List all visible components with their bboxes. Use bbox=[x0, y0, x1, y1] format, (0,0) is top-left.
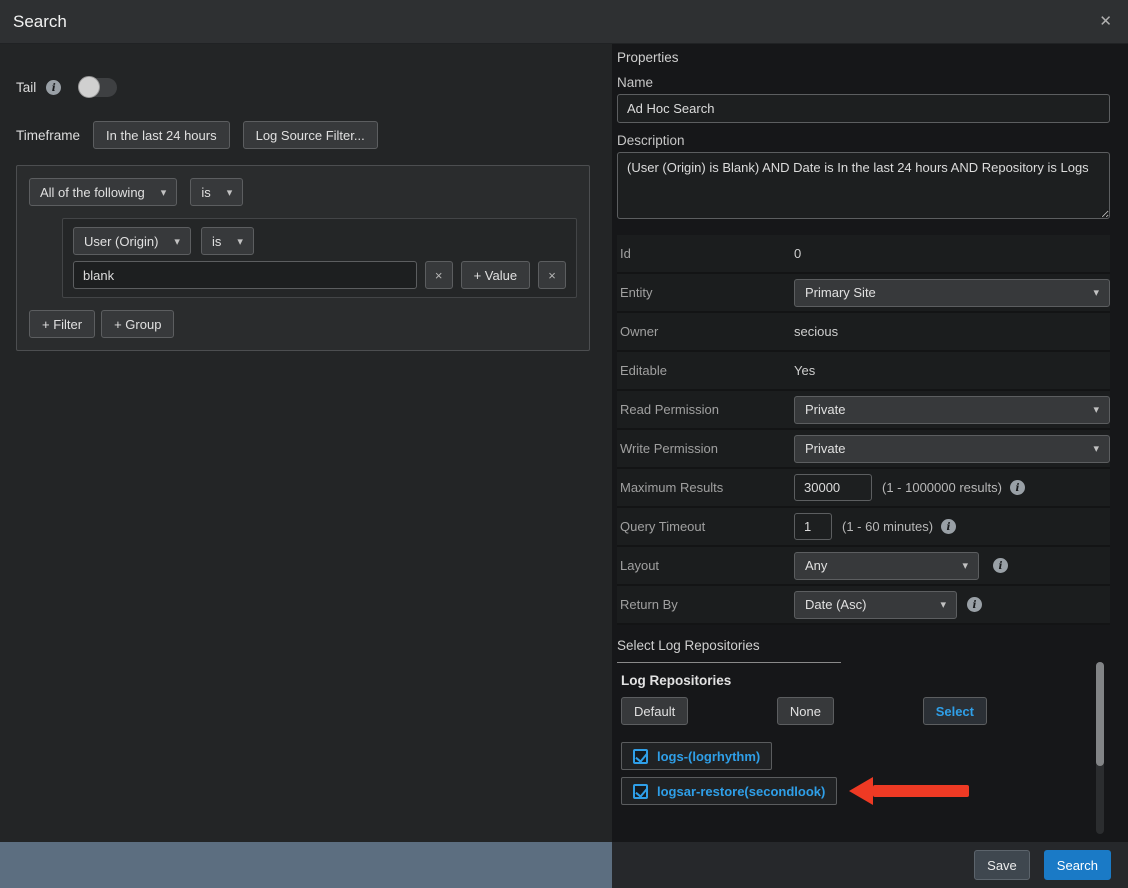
toggle-knob-icon bbox=[78, 76, 100, 98]
filter-rule-value-row: × + Value × bbox=[73, 261, 566, 289]
description-label: Description bbox=[617, 133, 1110, 148]
filter-builder: All of the following ▾ is ▾ User (Origin… bbox=[16, 165, 590, 351]
property-row-read-permission: Read Permission Private ▾ bbox=[617, 391, 1110, 430]
properties-panel: Properties Name Description (User (Origi… bbox=[612, 44, 1128, 842]
info-icon: i bbox=[967, 597, 982, 612]
none-button[interactable]: None bbox=[777, 697, 834, 725]
name-input[interactable] bbox=[617, 94, 1110, 123]
scrollbar-thumb[interactable] bbox=[1096, 662, 1104, 766]
tail-row: Tail i bbox=[16, 78, 596, 97]
properties-heading: Properties bbox=[617, 50, 1110, 65]
property-row-owner: Owner secious bbox=[617, 313, 1110, 352]
remove-value-button[interactable]: × bbox=[425, 261, 453, 289]
dialog-footer: Save Search bbox=[0, 842, 1128, 888]
info-icon: i bbox=[993, 558, 1008, 573]
chevron-down-icon: ▾ bbox=[161, 186, 167, 199]
footer-actions: Save Search bbox=[974, 842, 1128, 888]
close-icon[interactable]: ✕ bbox=[1099, 14, 1112, 29]
query-timeout-input[interactable] bbox=[794, 513, 832, 540]
log-repositories-box: Log Repositories Default None Select log… bbox=[617, 665, 1110, 833]
name-label: Name bbox=[617, 75, 1110, 90]
group-operator-dropdown[interactable]: All of the following ▾ bbox=[29, 178, 177, 206]
remove-rule-button[interactable]: × bbox=[538, 261, 566, 289]
properties-table: Id 0 Entity Primary Site ▾ Owner secious… bbox=[617, 235, 1110, 625]
chevron-down-icon: ▾ bbox=[1093, 286, 1099, 299]
property-row-write-permission: Write Permission Private ▾ bbox=[617, 430, 1110, 469]
property-row-return-by: Return By Date (Asc) ▾ i bbox=[617, 586, 1110, 625]
info-icon: i bbox=[1010, 480, 1025, 495]
add-filter-button[interactable]: + Filter bbox=[29, 310, 95, 338]
timeframe-row: Timeframe In the last 24 hours Log Sourc… bbox=[16, 121, 596, 149]
default-button[interactable]: Default bbox=[621, 697, 688, 725]
max-results-note: (1 - 1000000 results) bbox=[882, 480, 1002, 495]
entity-select[interactable]: Primary Site ▾ bbox=[794, 279, 1110, 307]
property-row-editable: Editable Yes bbox=[617, 352, 1110, 391]
background-underlay bbox=[0, 842, 612, 888]
chevron-down-icon: ▾ bbox=[940, 598, 946, 611]
tail-toggle[interactable] bbox=[79, 78, 117, 97]
repo-item-row: logsar-restore(secondlook) bbox=[621, 777, 969, 805]
layout-select[interactable]: Any ▾ bbox=[794, 552, 979, 580]
property-row-layout: Layout Any ▾ i bbox=[617, 547, 1110, 586]
checkbox-checked-icon[interactable] bbox=[633, 749, 648, 764]
arrow-head-icon bbox=[849, 777, 873, 805]
log-repositories-title: Log Repositories bbox=[621, 673, 1110, 688]
operator-dropdown[interactable]: is ▾ bbox=[201, 227, 254, 255]
write-permission-select[interactable]: Private ▾ bbox=[794, 435, 1110, 463]
query-timeout-note: (1 - 60 minutes) bbox=[842, 519, 933, 534]
property-row-entity: Entity Primary Site ▾ bbox=[617, 274, 1110, 313]
property-row-query-timeout: Query Timeout (1 - 60 minutes) i bbox=[617, 508, 1110, 547]
property-row-id: Id 0 bbox=[617, 235, 1110, 274]
select-button[interactable]: Select bbox=[923, 697, 987, 725]
chevron-down-icon: ▾ bbox=[1093, 403, 1099, 416]
repo-box-top-border bbox=[617, 662, 841, 663]
add-value-button[interactable]: + Value bbox=[461, 261, 531, 289]
chevron-down-icon: ▾ bbox=[227, 186, 233, 199]
save-button[interactable]: Save bbox=[974, 850, 1030, 880]
tail-label: Tail bbox=[16, 80, 36, 95]
id-value: 0 bbox=[794, 246, 801, 261]
add-group-button[interactable]: + Group bbox=[101, 310, 174, 338]
chevron-down-icon: ▾ bbox=[237, 235, 243, 248]
repo-list: logs-(logrhythm) logsar-restore(secondlo… bbox=[621, 742, 1110, 805]
repo-item[interactable]: logsar-restore(secondlook) bbox=[621, 777, 837, 805]
filter-rule-header: User (Origin) ▾ is ▾ bbox=[73, 227, 566, 255]
value-input[interactable] bbox=[73, 261, 417, 289]
log-source-filter-button[interactable]: Log Source Filter... bbox=[243, 121, 378, 149]
info-icon: i bbox=[941, 519, 956, 534]
filter-group-header: All of the following ▾ is ▾ bbox=[29, 178, 577, 206]
dialog-title: Search bbox=[13, 12, 67, 32]
dialog-titlebar: Search ✕ bbox=[0, 0, 1128, 44]
repo-item[interactable]: logs-(logrhythm) bbox=[621, 742, 772, 770]
select-log-repositories-heading: Select Log Repositories bbox=[617, 638, 1110, 653]
search-criteria-pane: Tail i Timeframe In the last 24 hours Lo… bbox=[0, 44, 612, 842]
filter-actions: + Filter + Group bbox=[29, 310, 577, 338]
arrow-tail-icon bbox=[873, 785, 969, 797]
filter-rule-group: User (Origin) ▾ is ▾ × + Value × bbox=[62, 218, 577, 298]
max-results-input[interactable] bbox=[794, 474, 872, 501]
timeframe-button[interactable]: In the last 24 hours bbox=[93, 121, 230, 149]
search-button[interactable]: Search bbox=[1044, 850, 1111, 880]
description-input[interactable]: (User (Origin) is Blank) AND Date is In … bbox=[617, 152, 1110, 219]
owner-value: secious bbox=[794, 324, 838, 339]
scrollbar[interactable] bbox=[1096, 662, 1104, 834]
editable-value: Yes bbox=[794, 363, 815, 378]
chevron-down-icon: ▾ bbox=[962, 559, 968, 572]
repo-label: logsar-restore(secondlook) bbox=[657, 784, 825, 799]
chevron-down-icon: ▾ bbox=[174, 235, 180, 248]
repo-label: logs-(logrhythm) bbox=[657, 749, 760, 764]
info-icon: i bbox=[46, 80, 61, 95]
return-by-select[interactable]: Date (Asc) ▾ bbox=[794, 591, 957, 619]
chevron-down-icon: ▾ bbox=[1093, 442, 1099, 455]
repo-item-row: logs-(logrhythm) bbox=[621, 742, 772, 770]
timeframe-label: Timeframe bbox=[16, 128, 80, 143]
read-permission-select[interactable]: Private ▾ bbox=[794, 396, 1110, 424]
repo-buttons-row: Default None Select bbox=[621, 697, 987, 725]
checkbox-checked-icon[interactable] bbox=[633, 784, 648, 799]
field-dropdown[interactable]: User (Origin) ▾ bbox=[73, 227, 191, 255]
property-row-maximum-results: Maximum Results (1 - 1000000 results) i bbox=[617, 469, 1110, 508]
red-arrow-annotation bbox=[849, 777, 969, 805]
search-dialog: Search ✕ Tail i Timeframe In the last 24… bbox=[0, 0, 1128, 888]
group-condition-dropdown[interactable]: is ▾ bbox=[190, 178, 243, 206]
